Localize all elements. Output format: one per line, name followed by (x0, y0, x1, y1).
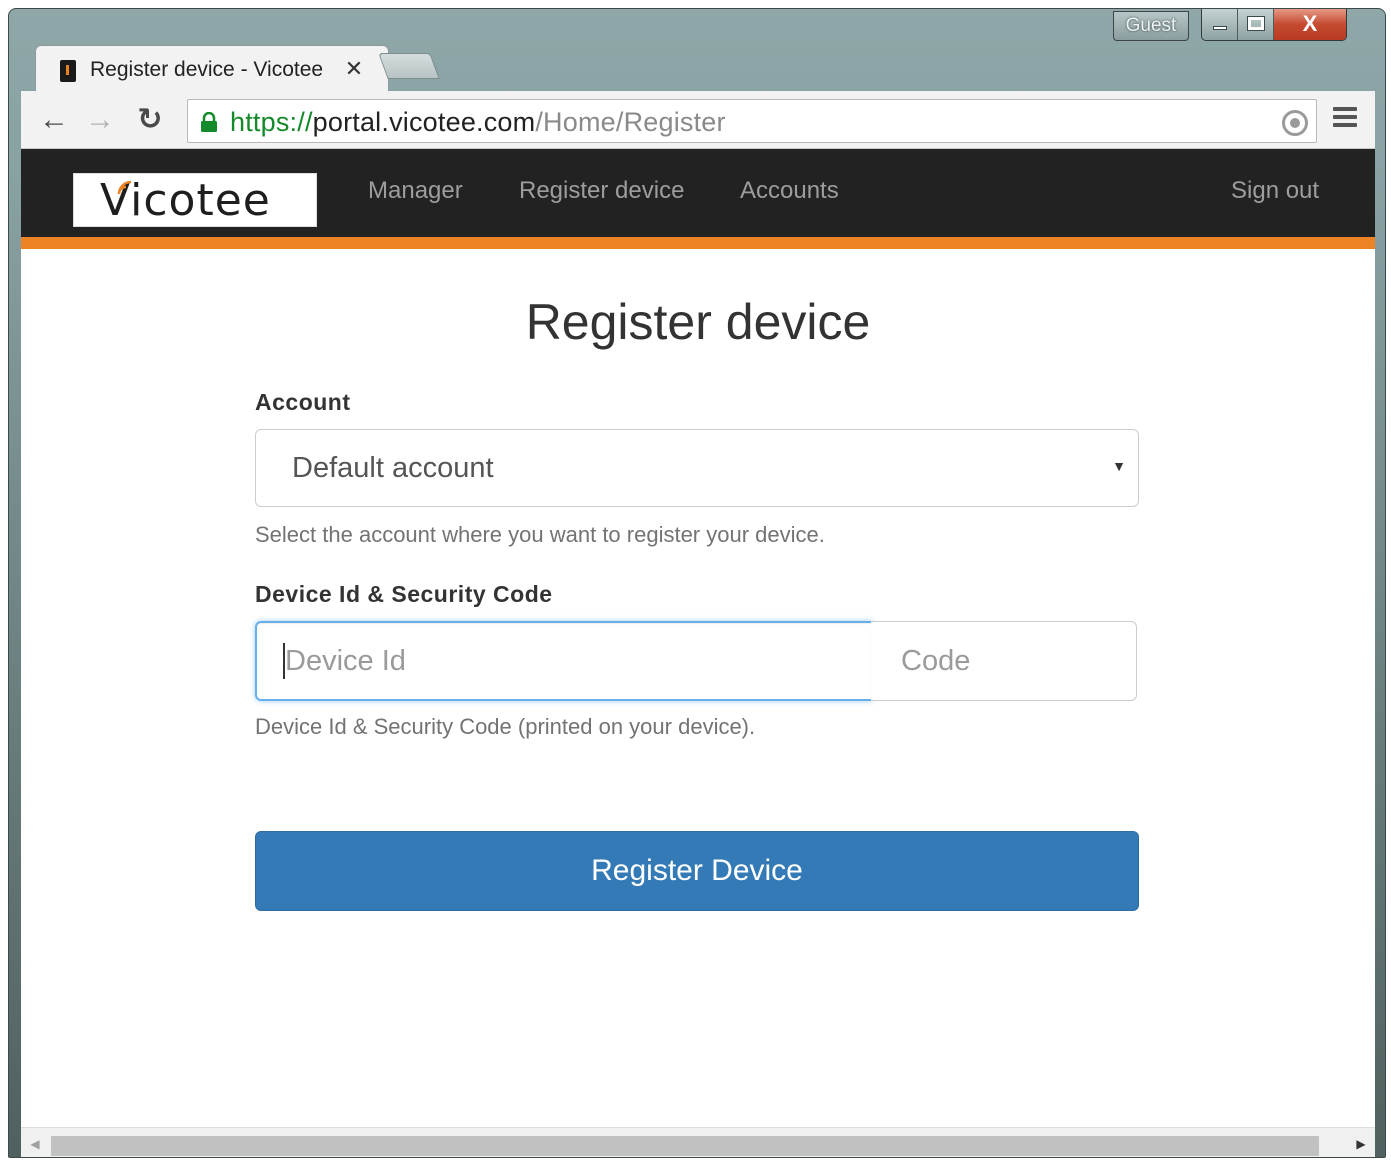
nav-link-accounts[interactable]: Accounts (740, 177, 839, 205)
site-navbar: Vicotee Manager Register device Accounts… (21, 149, 1375, 237)
browser-tab-active[interactable]: Register device - Vicotee ✕ (35, 45, 389, 91)
account-label: Account (255, 389, 351, 415)
sign-out-link[interactable]: Sign out (1231, 177, 1319, 205)
minimize-button[interactable] (1202, 9, 1238, 40)
lock-icon (201, 112, 217, 132)
navbar-accent-bar (21, 237, 1375, 249)
device-help-text: Device Id & Security Code (printed on yo… (255, 714, 756, 739)
signal-wave-icon (117, 180, 132, 195)
account-select[interactable]: Default account ▼ (255, 429, 1139, 507)
browser-window: Guest X Register device - Vicotee ✕ ← → … (8, 8, 1386, 1158)
scroll-left-icon[interactable]: ◀ (25, 1134, 45, 1154)
tab-title: Register device - Vicotee (90, 58, 324, 81)
vicotee-logo[interactable]: Vicotee (73, 173, 317, 227)
minimize-icon (1213, 26, 1227, 30)
device-id-input[interactable] (255, 621, 873, 701)
url-path: /Home/Register (535, 107, 726, 137)
nav-link-manager[interactable]: Manager (368, 177, 463, 205)
register-device-button[interactable]: Register Device (255, 831, 1139, 911)
url-scheme: https:// (230, 107, 313, 137)
tab-close-icon[interactable]: ✕ (342, 56, 366, 81)
url-text: https://portal.vicotee.com/Home/Register (230, 107, 726, 138)
new-tab-button[interactable] (378, 53, 440, 79)
scroll-right-icon[interactable]: ▶ (1351, 1134, 1371, 1154)
chevron-down-icon: ▼ (1112, 458, 1126, 474)
hamburger-menu-icon[interactable] (1333, 107, 1357, 131)
back-arrow-icon[interactable]: ← (37, 103, 71, 137)
guest-profile-button[interactable]: Guest (1113, 11, 1189, 41)
favicon-icon (60, 60, 76, 82)
maximize-button[interactable] (1238, 9, 1274, 40)
text-cursor (283, 643, 285, 679)
account-select-value: Default account (292, 452, 494, 484)
device-label: Device Id & Security Code (255, 581, 553, 607)
security-code-input[interactable] (871, 621, 1137, 701)
location-target-icon[interactable] (1282, 110, 1308, 136)
window-caption-buttons: X (1201, 9, 1347, 41)
maximize-icon (1247, 16, 1265, 31)
close-window-button[interactable]: X (1274, 9, 1346, 40)
browser-toolbar: ← → ↻ https://portal.vicotee.com/Home/Re… (21, 91, 1375, 149)
horizontal-scrollbar[interactable]: ◀ ▶ (21, 1127, 1375, 1157)
page-viewport: Vicotee Manager Register device Accounts… (21, 149, 1375, 1127)
page-title: Register device (525, 294, 871, 350)
reload-icon[interactable]: ↻ (133, 103, 167, 137)
forward-arrow-icon[interactable]: → (83, 103, 117, 137)
window-frame-left (9, 149, 21, 1157)
scrollbar-thumb[interactable] (51, 1136, 1319, 1156)
address-bar[interactable]: https://portal.vicotee.com/Home/Register (187, 99, 1317, 143)
url-host: portal.vicotee.com (312, 107, 536, 137)
nav-link-register-device[interactable]: Register device (519, 177, 684, 205)
account-help-text: Select the account where you want to reg… (255, 522, 825, 547)
device-input-group (255, 621, 1137, 701)
